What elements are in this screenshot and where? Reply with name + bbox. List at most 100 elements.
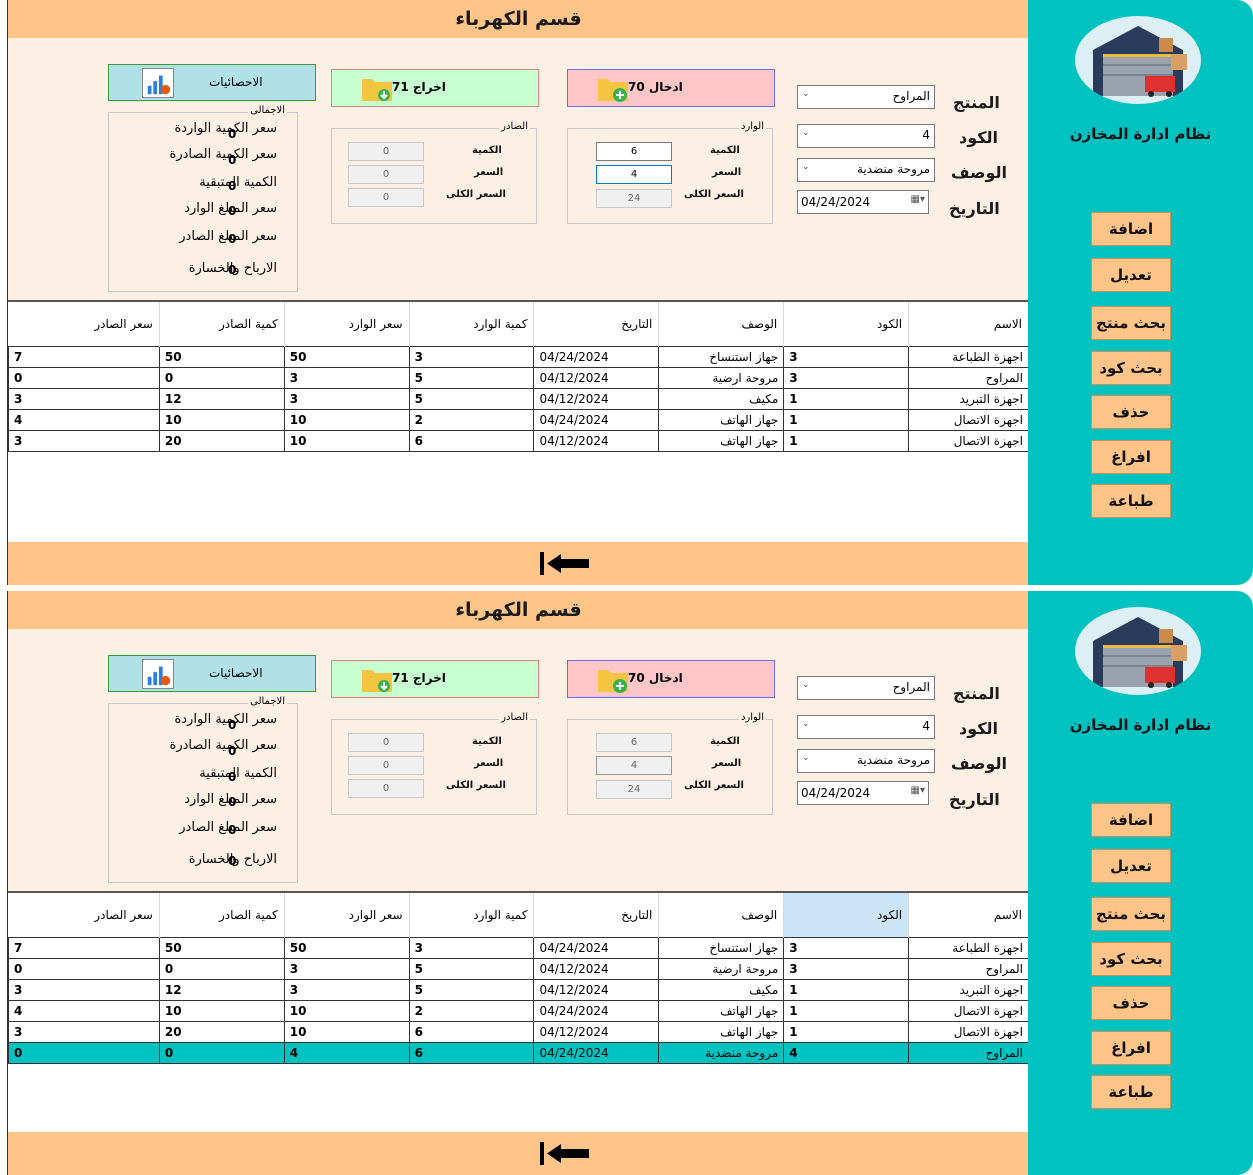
table-cell[interactable]: 5 — [408, 978, 535, 1001]
table-cell[interactable]: 5 — [408, 957, 535, 980]
col-header-date[interactable]: التاريخ — [533, 893, 660, 937]
product-combo[interactable]: ⌄ المراوح — [797, 85, 935, 109]
table-cell[interactable]: اجهزة الاتصال — [908, 1020, 1029, 1043]
table-cell[interactable]: 04/12/2024 — [533, 366, 660, 389]
code-combo[interactable]: ⌄ 4 — [797, 715, 935, 739]
col-header-code[interactable]: الكود — [783, 302, 910, 346]
col-header-desc[interactable]: الوصف — [658, 893, 785, 937]
table-cell[interactable]: مروحة منضدية — [658, 1041, 785, 1064]
table-row[interactable]: اجهزة الاتصال 1 جهاز الهاتف 04/12/2024 6 10 20… — [8, 1020, 1029, 1043]
table-cell[interactable]: 3 — [783, 366, 910, 389]
table-cell[interactable]: 1 — [783, 999, 910, 1022]
table-row[interactable]: اجهزة الاتصال 1 جهاز الهاتف 04/12/2024 6 10 20… — [8, 429, 1029, 452]
search-product-button[interactable]: بحث منتج — [1091, 306, 1171, 340]
table-row[interactable]: المراوح 3 مروحة ارضية 04/12/2024 5 3 0 0 — [8, 366, 1029, 389]
table-cell[interactable]: اجهزة الاتصال — [908, 408, 1029, 431]
table-cell[interactable]: جهاز الهاتف — [658, 999, 785, 1022]
col-header-in-price[interactable]: سعر الوارد — [284, 893, 410, 937]
table-cell[interactable]: اجهزة الطباعة — [908, 936, 1029, 959]
table-row[interactable]: اجهزة الاتصال 1 جهاز الهاتف 04/24/2024 2 10 10… — [8, 999, 1029, 1022]
code-combo[interactable]: ⌄ 4 — [797, 124, 935, 148]
table-cell[interactable]: 3 — [283, 387, 410, 410]
print-button[interactable]: طباعة — [1091, 1075, 1171, 1109]
table-cell[interactable]: 12 — [158, 978, 285, 1001]
col-header-in-price[interactable]: سعر الوارد — [284, 302, 410, 346]
table-cell[interactable]: 2 — [408, 999, 535, 1022]
table-cell[interactable]: 04/24/2024 — [533, 936, 660, 959]
table-cell[interactable]: 3 — [283, 957, 410, 980]
table-row[interactable]: المراوح 4 مروحة منضدية 04/24/2024 6 4 0 0 — [8, 1041, 1029, 1064]
table-cell[interactable]: مروحة ارضية — [658, 366, 785, 389]
product-combo[interactable]: ⌄ المراوح — [797, 676, 935, 700]
search-code-button[interactable]: بحث كود — [1091, 351, 1171, 385]
table-cell[interactable]: مروحة ارضية — [658, 957, 785, 980]
table-cell[interactable]: 3 — [783, 345, 910, 368]
delete-button[interactable]: حذف — [1091, 986, 1171, 1020]
table-cell[interactable]: 3 — [8, 429, 160, 452]
table-row[interactable]: اجهزة الطباعة 3 جهاز استنساخ 04/24/2024 3 50 5… — [8, 936, 1029, 959]
table-cell[interactable]: 50 — [158, 936, 285, 959]
table-cell[interactable]: مكيف — [658, 978, 785, 1001]
delete-button[interactable]: حذف — [1091, 395, 1171, 429]
incoming-qty-input[interactable]: 6 — [596, 142, 672, 161]
col-header-date[interactable]: التاريخ — [533, 302, 660, 346]
table-cell[interactable]: مكيف — [658, 387, 785, 410]
table-cell[interactable]: 10 — [283, 408, 410, 431]
table-cell[interactable]: 0 — [8, 366, 160, 389]
table-cell[interactable]: 20 — [158, 429, 285, 452]
table-cell[interactable]: 2 — [408, 408, 535, 431]
table-cell[interactable]: 10 — [158, 999, 285, 1022]
table-cell[interactable]: 3 — [408, 345, 535, 368]
table-cell[interactable]: 3 — [783, 957, 910, 980]
statistics-button[interactable]: الاحصائيات — [108, 655, 316, 692]
table-cell[interactable]: 4 — [8, 999, 160, 1022]
products-grid[interactable]: الاسم الكود الوصف التاريخ كمية الوارد سع… — [8, 891, 1029, 1133]
products-grid[interactable]: الاسم الكود الوصف التاريخ كمية الوارد سع… — [8, 300, 1029, 542]
search-code-button[interactable]: بحث كود — [1091, 942, 1171, 976]
incoming-price-input[interactable]: 4 — [596, 165, 672, 184]
desc-combo[interactable]: ⌄ مروحة منضدية — [797, 749, 935, 773]
arrow-left-icon[interactable] — [539, 1140, 591, 1167]
table-cell[interactable]: 04/12/2024 — [533, 978, 660, 1001]
table-cell[interactable]: 3 — [783, 936, 910, 959]
table-cell[interactable]: اجهزة التبريد — [908, 978, 1029, 1001]
table-cell[interactable]: 0 — [8, 957, 160, 980]
table-cell[interactable]: 7 — [8, 345, 160, 368]
date-picker[interactable]: 04/24/2024 ▦▾ — [797, 190, 929, 214]
table-cell[interactable]: 4 — [8, 408, 160, 431]
col-header-name[interactable]: الاسم — [908, 302, 1029, 346]
table-cell[interactable]: 04/12/2024 — [533, 1020, 660, 1043]
table-cell[interactable]: 3 — [8, 978, 160, 1001]
table-cell[interactable]: اجهزة الاتصال — [908, 429, 1029, 452]
table-cell[interactable]: اجهزة التبريد — [908, 387, 1029, 410]
table-cell[interactable]: 04/12/2024 — [533, 387, 660, 410]
table-cell[interactable]: 4 — [283, 1041, 410, 1064]
col-header-name[interactable]: الاسم — [908, 893, 1029, 937]
col-header-in-qty[interactable]: كمية الوارد — [409, 302, 535, 346]
table-row[interactable]: اجهزة التبريد 1 مكيف 04/12/2024 5 3 12 3 — [8, 978, 1029, 1001]
table-cell[interactable]: 3 — [283, 978, 410, 1001]
table-cell[interactable]: 04/12/2024 — [533, 429, 660, 452]
table-cell[interactable]: 04/24/2024 — [533, 345, 660, 368]
add-button[interactable]: اضافة — [1091, 803, 1171, 837]
col-header-out-price[interactable]: سعر الصادر — [8, 893, 160, 937]
table-cell[interactable]: 04/12/2024 — [533, 957, 660, 980]
table-cell[interactable]: المراوح — [908, 957, 1029, 980]
table-cell[interactable]: 3 — [8, 387, 160, 410]
table-cell[interactable]: 10 — [283, 999, 410, 1022]
table-cell[interactable]: جهاز الهاتف — [658, 429, 785, 452]
table-cell[interactable]: 20 — [158, 1020, 285, 1043]
table-cell[interactable]: 0 — [158, 957, 285, 980]
table-cell[interactable]: 10 — [158, 408, 285, 431]
table-cell[interactable]: 10 — [283, 1020, 410, 1043]
table-row[interactable]: اجهزة الطباعة 3 جهاز استنساخ 04/24/2024 3 50 5… — [8, 345, 1029, 368]
table-cell[interactable]: 1 — [783, 978, 910, 1001]
desc-combo[interactable]: ⌄ مروحة منضدية — [797, 158, 935, 182]
clear-button[interactable]: افراغ — [1091, 440, 1171, 474]
date-picker[interactable]: 04/24/2024 ▦▾ — [797, 781, 929, 805]
table-cell[interactable]: 3 — [8, 1020, 160, 1043]
table-cell[interactable]: جهاز الهاتف — [658, 408, 785, 431]
table-cell[interactable]: 3 — [283, 366, 410, 389]
table-cell[interactable]: 5 — [408, 387, 535, 410]
enter-button[interactable]: ادخال 70 — [567, 69, 775, 107]
